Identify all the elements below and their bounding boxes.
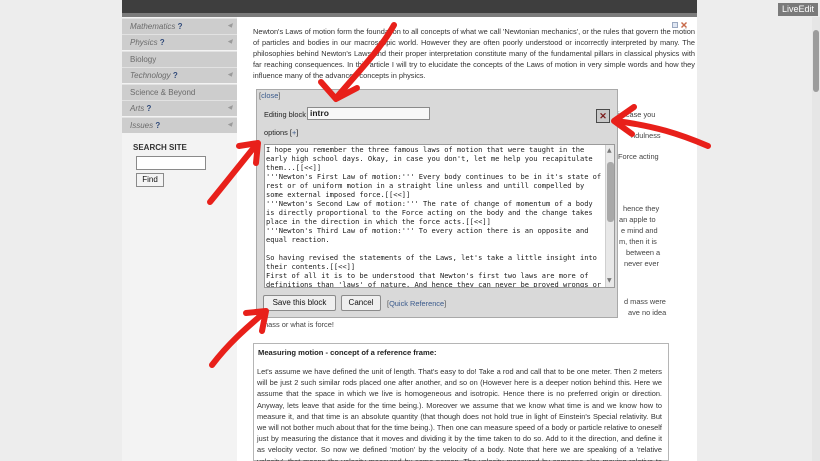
cancel-button[interactable]: Cancel	[341, 295, 381, 311]
save-block-button[interactable]: Save this block	[263, 295, 336, 311]
expand-arrow-icon: ◀	[227, 23, 232, 29]
left-margin	[0, 0, 122, 461]
expand-arrow-icon: ◀	[227, 72, 232, 78]
text-fragment: d mass were	[624, 297, 666, 306]
text-fragment: never ever	[624, 259, 659, 268]
sidebar-item-physics[interactable]: Physics ? ◀	[122, 34, 237, 50]
block-name-field[interactable]: intro	[307, 107, 430, 120]
text-fragment: e mind and	[621, 226, 658, 235]
sidebar-item-mathematics[interactable]: Mathematics ? ◀	[122, 18, 237, 34]
sidebar-item-issues[interactable]: Issues ? ◀	[122, 117, 237, 133]
text-fragment: an apple to	[619, 215, 656, 224]
scroll-up-icon[interactable]: ▲	[607, 147, 612, 154]
find-button[interactable]: Find	[136, 173, 164, 187]
block-content-textarea[interactable]: I hope you remember the three famous law…	[264, 144, 615, 288]
right-margin	[697, 0, 820, 461]
options-toggle[interactable]: options [+]	[264, 128, 298, 137]
close-link[interactable]: [close]	[259, 91, 280, 100]
expand-arrow-icon: ◀	[227, 39, 232, 45]
sidebar-item-arts[interactable]: Arts ? ◀	[122, 100, 237, 116]
sidebar-item-biology[interactable]: Biology	[122, 51, 237, 67]
liveedit-button[interactable]: LiveEdit	[778, 3, 818, 16]
delete-icon[interactable]	[681, 22, 687, 28]
sidebar-item-technology[interactable]: Technology ? ◀	[122, 67, 237, 83]
text-fragment: m, then it is	[619, 237, 657, 246]
textarea-content: I hope you remember the three famous law…	[266, 145, 602, 288]
page-scrollbar-thumb[interactable]	[813, 30, 819, 92]
text-fragment: Force acting	[618, 152, 659, 161]
expand-arrow-icon: ◀	[227, 105, 232, 111]
search-title: SEARCH SITE	[133, 143, 187, 152]
section-paragraph: Let's assume we have defined the unit of…	[257, 367, 662, 461]
section-title: Measuring motion - concept of a referenc…	[258, 348, 437, 357]
text-fragment: ave no idea	[628, 308, 667, 317]
expand-arrow-icon: ◀	[227, 122, 232, 128]
text-fragment: between a	[626, 248, 661, 257]
scroll-down-icon[interactable]: ▼	[607, 277, 612, 284]
sidebar-item-science-beyond[interactable]: Science & Beyond	[122, 84, 237, 100]
text-fragment: ndulness	[631, 131, 661, 140]
search-input[interactable]	[136, 156, 206, 170]
edit-icon[interactable]	[672, 22, 678, 28]
text-fragment: mass or what is force!	[262, 320, 334, 329]
quick-reference-link[interactable]: [Quick Reference]	[387, 299, 446, 308]
text-fragment: hence they	[623, 204, 660, 213]
editing-block-label: Editing block	[264, 110, 306, 119]
close-icon[interactable]: ✕	[596, 109, 610, 123]
textarea-scrollbar-thumb[interactable]	[607, 162, 614, 222]
text-fragment: in case you	[618, 110, 656, 119]
intro-paragraph: Newton's Laws of motion form the foundat…	[253, 27, 695, 80]
